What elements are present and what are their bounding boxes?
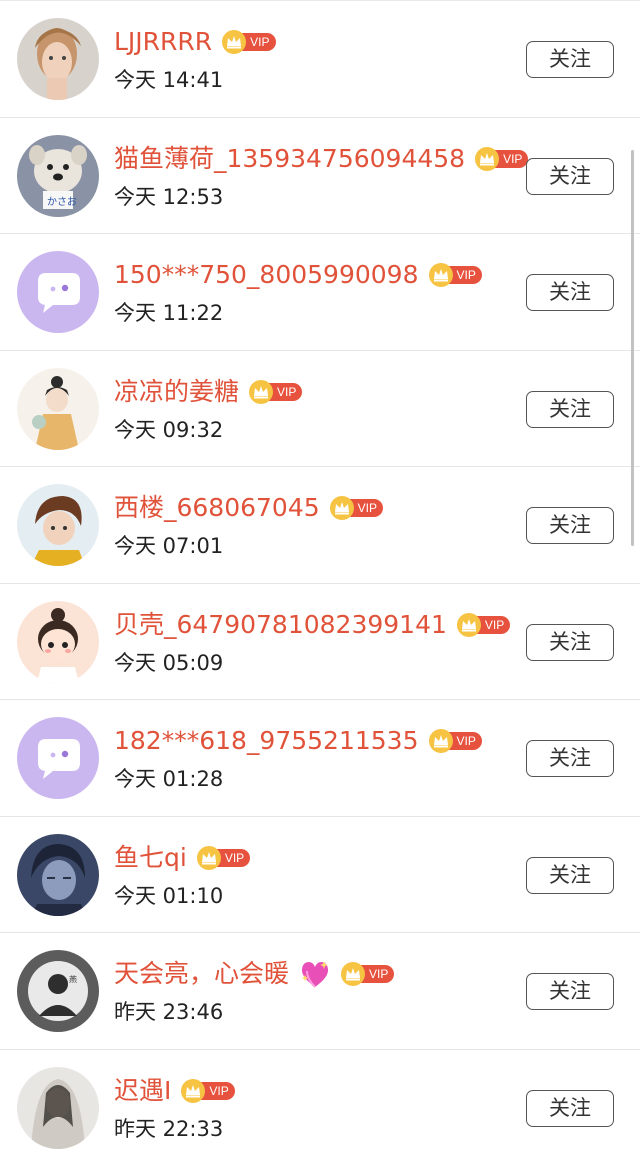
crown-icon <box>249 379 274 404</box>
follow-button[interactable]: 关注 <box>526 157 614 195</box>
follow-time: 昨天 22:33 <box>114 1116 224 1141</box>
follow-button[interactable]: 关注 <box>526 41 614 78</box>
username[interactable]: 猫鱼薄荷_135934756094458 <box>114 142 465 176</box>
follow-time: 今天 09:32 <box>114 417 224 442</box>
dog-photo-icon[interactable]: かさお <box>17 134 99 217</box>
name-line: LJJRRRR VIP <box>114 25 276 59</box>
name-line: 鱼七qi VIP <box>114 841 251 875</box>
crown-icon <box>196 845 221 870</box>
crown-icon <box>222 30 247 54</box>
username[interactable]: 182***618_9755211535 <box>114 724 419 758</box>
default-chat-avatar-icon[interactable] <box>17 717 99 799</box>
follow-time: 今天 01:28 <box>114 767 224 791</box>
vip-badge: VIP <box>181 1078 235 1103</box>
vip-badge: VIP <box>196 845 251 870</box>
username[interactable]: LJJRRRR <box>114 25 212 59</box>
follow-button[interactable]: 关注 <box>526 856 614 894</box>
user-row[interactable]: 182***618_9755211535 VIP 今天 01:28 关注 <box>0 700 640 817</box>
svg-text:燕: 燕 <box>69 974 77 984</box>
user-row[interactable]: 贝壳_64790781082399141 VIP 今天 05:09 关注 <box>0 584 640 700</box>
name-line: 天会亮，心会暖 VIP <box>114 957 395 991</box>
anime-man-icon[interactable] <box>17 833 99 916</box>
user-row[interactable]: 150***750_8005990098 VIP 今天 11:22 关注 <box>0 234 640 351</box>
default-chat-avatar-icon[interactable] <box>17 251 99 333</box>
follow-time: 昨天 23:46 <box>114 1000 224 1024</box>
vip-badge: VIP <box>222 30 276 54</box>
crown-icon <box>428 263 453 287</box>
vip-badge: VIP <box>249 379 303 404</box>
follow-time: 今天 11:22 <box>114 301 224 325</box>
user-row[interactable]: 燕 天会亮，心会暖 VIP 昨天 23:46 关注 <box>0 933 640 1050</box>
crown-icon <box>428 729 453 753</box>
illustration-girl-icon[interactable] <box>17 367 99 450</box>
user-row[interactable]: 迟遇I VIP 昨天 22:33 关注 <box>0 1050 640 1154</box>
anime-boy-icon[interactable] <box>17 484 99 566</box>
follower-list: LJJRRRR VIP 今天 14:41 关注 かさお 猫鱼薄荷_135934756094… <box>0 0 640 1154</box>
name-line: 猫鱼薄荷_135934756094458 VIP <box>114 142 529 176</box>
photo-woman-icon[interactable] <box>17 18 99 100</box>
crown-icon <box>475 146 500 171</box>
vip-badge: VIP <box>456 612 511 637</box>
vip-badge: VIP <box>428 729 482 753</box>
username[interactable]: 鱼七qi <box>114 841 187 875</box>
follow-time: 今天 07:01 <box>114 534 224 558</box>
follow-button[interactable]: 关注 <box>526 274 614 311</box>
crown-icon <box>341 962 366 986</box>
dark-character-icon[interactable]: 燕 <box>17 950 99 1032</box>
scrollbar[interactable] <box>631 150 634 546</box>
follow-time: 今天 12:53 <box>114 184 224 209</box>
username[interactable]: 西楼_668067045 <box>114 491 320 525</box>
svg-text:かさお: かさお <box>47 196 77 208</box>
user-row[interactable]: かさお 猫鱼薄荷_135934756094458 VIP 今天 12:53 关注 <box>0 118 640 234</box>
sparkling-heart-icon <box>299 959 331 989</box>
user-row[interactable]: 鱼七qi VIP 今天 01:10 关注 <box>0 817 640 933</box>
veiled-woman-icon[interactable] <box>17 1066 99 1149</box>
username[interactable]: 凉凉的姜糖 <box>114 375 239 409</box>
username[interactable]: 迟遇I <box>114 1074 171 1108</box>
name-line: 凉凉的姜糖 VIP <box>114 375 303 409</box>
follow-button[interactable]: 关注 <box>526 740 614 777</box>
vip-badge: VIP <box>329 496 383 520</box>
cartoon-child-icon[interactable] <box>17 600 99 683</box>
vip-badge: VIP <box>341 962 395 986</box>
follow-button[interactable]: 关注 <box>526 507 614 544</box>
user-row[interactable]: LJJRRRR VIP 今天 14:41 关注 <box>0 1 640 118</box>
follow-time: 今天 05:09 <box>114 650 224 675</box>
username[interactable]: 贝壳_64790781082399141 <box>114 608 447 642</box>
name-line: 150***750_8005990098 VIP <box>114 258 482 292</box>
user-row[interactable]: 凉凉的姜糖 VIP 今天 09:32 关注 <box>0 351 640 467</box>
crown-icon <box>329 496 354 520</box>
crown-icon <box>181 1078 206 1103</box>
username[interactable]: 150***750_8005990098 <box>114 258 419 292</box>
name-line: 182***618_9755211535 VIP <box>114 724 482 758</box>
name-line: 贝壳_64790781082399141 VIP <box>114 608 511 642</box>
name-line: 迟遇I VIP <box>114 1074 235 1108</box>
follow-button[interactable]: 关注 <box>526 623 614 661</box>
user-row[interactable]: 西楼_668067045 VIP 今天 07:01 关注 <box>0 467 640 584</box>
name-line: 西楼_668067045 VIP <box>114 491 383 525</box>
username[interactable]: 天会亮，心会暖 <box>114 957 289 991</box>
follow-button[interactable]: 关注 <box>526 973 614 1010</box>
follow-button[interactable]: 关注 <box>526 390 614 428</box>
follow-time: 今天 14:41 <box>114 68 224 92</box>
vip-badge: VIP <box>475 146 529 171</box>
crown-icon <box>456 612 481 637</box>
follow-button[interactable]: 关注 <box>526 1089 614 1127</box>
follow-time: 今天 01:10 <box>114 883 224 908</box>
vip-badge: VIP <box>428 263 482 287</box>
